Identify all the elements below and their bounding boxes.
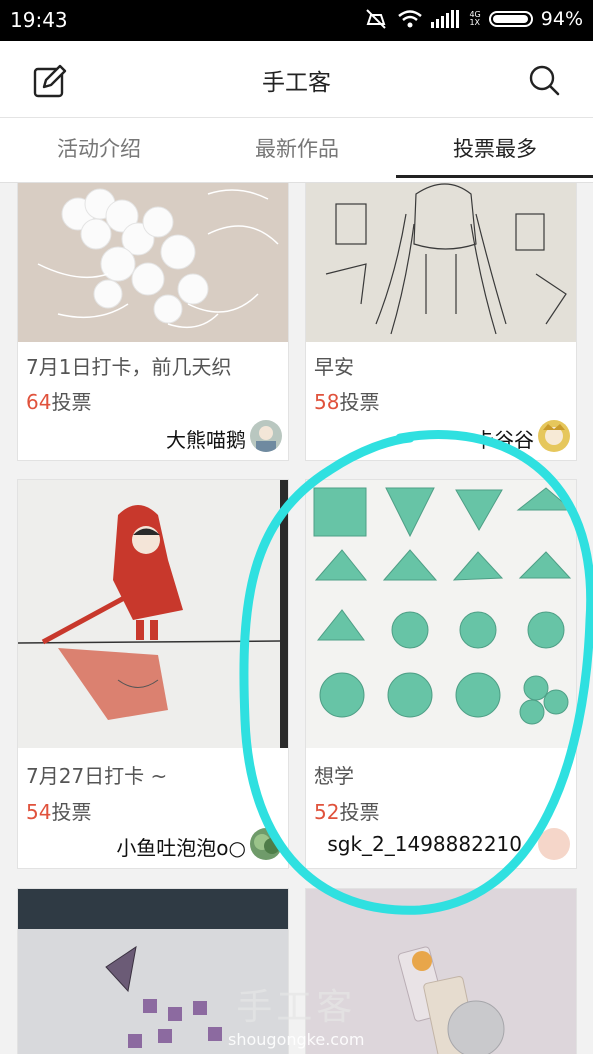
vote-count: 58投票 [314, 390, 380, 414]
author-name[interactable]: 卡谷谷 [474, 424, 534, 453]
status-icons: 4G 1X 94% [363, 8, 583, 30]
battery-percent: 94% [540, 8, 583, 30]
wifi-icon [398, 10, 423, 28]
origami-rose-steps-image [306, 480, 576, 748]
status-bar: 19:43 4G 1X 94% [0, 0, 593, 41]
crochet-flowers-image [18, 183, 288, 342]
work-card[interactable]: 早安 58投票 卡谷谷 [305, 183, 577, 461]
mute-icon [366, 9, 387, 29]
work-title: 想学 [314, 764, 354, 788]
watermark: 手工客 shougongke.com [228, 978, 364, 1049]
work-title: 7月1日打卡，前几天织 [26, 355, 232, 379]
author-name[interactable]: sgk_2_1498882210 [327, 832, 522, 856]
avatar[interactable] [250, 420, 282, 452]
vote-count: 52投票 [314, 800, 380, 824]
network-type: 4G 1X [469, 10, 481, 27]
signal-icon [431, 10, 460, 28]
work-card[interactable]: 7月1日打卡，前几天织 64投票 大熊喵鹅 [17, 183, 289, 461]
watermark-url: shougongke.com [228, 1030, 365, 1049]
tab-activity-intro[interactable]: 活动介绍 [0, 118, 198, 182]
work-thumbnail[interactable] [306, 183, 576, 342]
avatar[interactable] [538, 828, 570, 860]
work-title: 早安 [314, 355, 354, 379]
author-name[interactable]: 小鱼吐泡泡o○ [116, 832, 246, 861]
tab-latest-works[interactable]: 最新作品 [198, 118, 396, 182]
author-name[interactable]: 大熊喵鹅 [166, 424, 246, 453]
search-icon[interactable] [525, 61, 565, 101]
page-title: 手工客 [262, 70, 331, 96]
vote-count: 54投票 [26, 800, 92, 824]
ink-drawing-image [306, 183, 576, 342]
work-thumbnail[interactable] [18, 480, 288, 748]
works-feed[interactable]: 7月1日打卡，前几天织 64投票 大熊喵鹅 早安 58投票 卡谷谷 7月27日打… [0, 183, 593, 1054]
watermark-logo: 手工客 [236, 987, 357, 1028]
avatar[interactable] [250, 828, 282, 860]
battery-icon [488, 11, 533, 27]
work-title: 7月27日打卡 ~ [26, 764, 168, 788]
work-thumbnail[interactable] [18, 183, 288, 342]
work-thumbnail[interactable] [306, 480, 576, 748]
tab-bar: 活动介绍 最新作品 投票最多 [0, 118, 593, 183]
work-card[interactable]: 7月27日打卡 ~ 54投票 小鱼吐泡泡o○ [17, 479, 289, 869]
avatar[interactable] [538, 420, 570, 452]
red-raincoat-girl-image [18, 480, 288, 748]
app-bar: 手工客 [0, 41, 593, 118]
vote-count: 64投票 [26, 390, 92, 414]
active-tab-indicator [396, 175, 593, 178]
work-card[interactable]: 想学 52投票 sgk_2_1498882210 [305, 479, 577, 869]
status-time: 19:43 [10, 8, 68, 32]
tab-most-votes[interactable]: 投票最多 [396, 118, 593, 182]
